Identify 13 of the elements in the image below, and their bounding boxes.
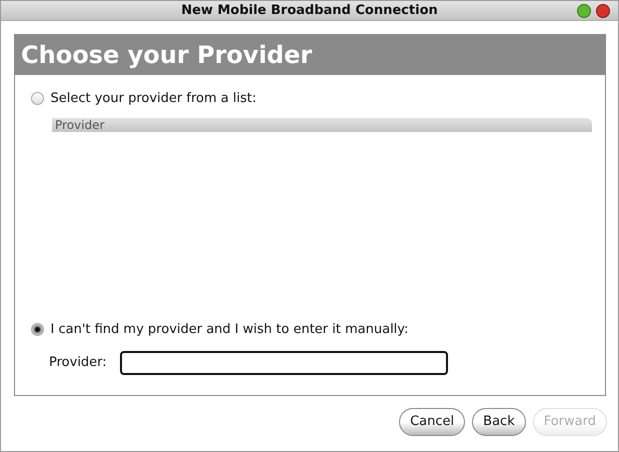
page-heading: Choose your Provider — [15, 35, 605, 75]
close-icon[interactable] — [596, 4, 610, 18]
field-label: Provider: — [49, 354, 107, 372]
dialog-button[interactable]: Cancel — [399, 408, 466, 436]
radio-button[interactable] — [31, 92, 44, 106]
column-header[interactable]: Provider — [52, 118, 592, 132]
window-title: New Mobile Broadband Connection — [181, 2, 438, 20]
dialog-button[interactable]: Back — [472, 408, 526, 436]
maximize-icon[interactable] — [577, 4, 591, 18]
option-label: I can't find my provider and I wish to enter it manually: — [50, 320, 408, 338]
option-label: Select your provider from a list: — [50, 90, 256, 108]
radio-button[interactable] — [31, 322, 44, 336]
provider-field[interactable] — [120, 351, 448, 375]
